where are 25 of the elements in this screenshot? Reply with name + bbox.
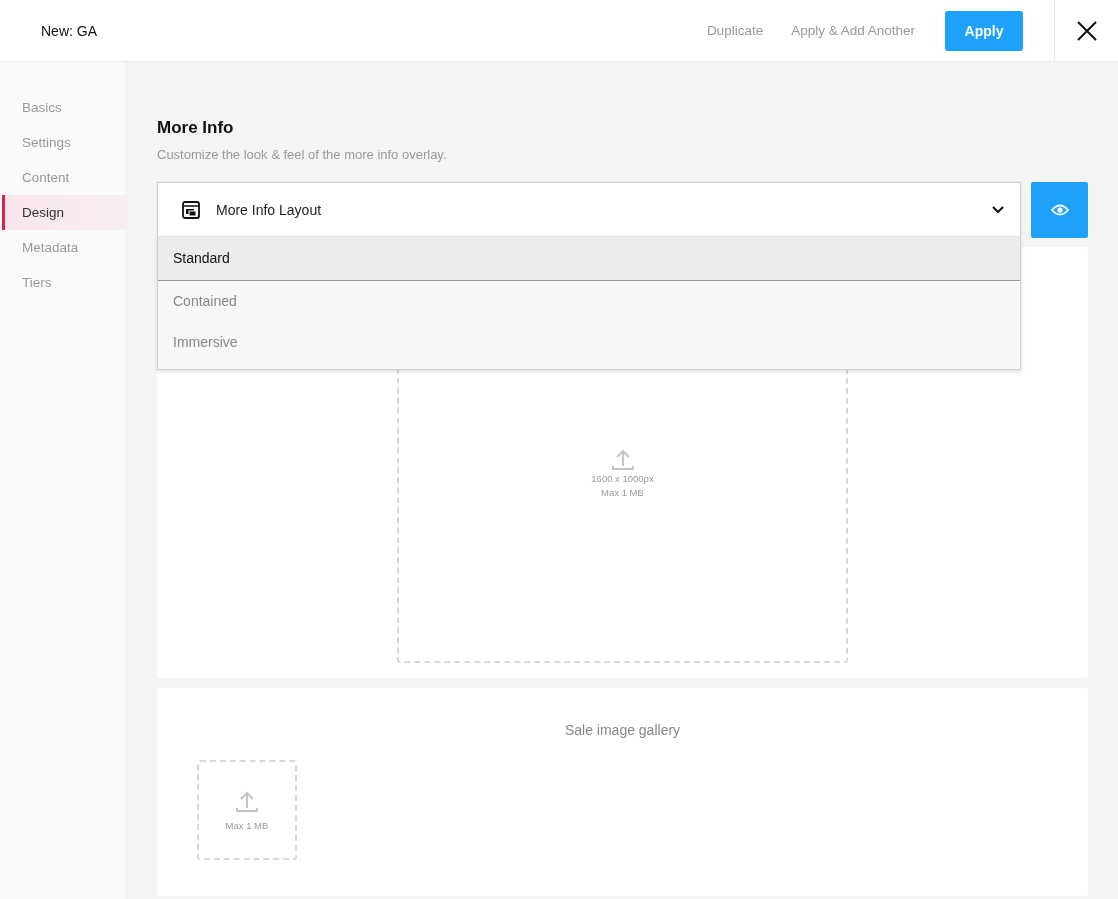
sidebar-item[interactable]: Settings xyxy=(2,125,126,160)
limit-hint: Max 1 MB xyxy=(225,819,269,831)
sidebar-item[interactable]: Design xyxy=(2,195,126,230)
size-hint: 1600 x 1000px xyxy=(591,473,654,484)
chevron-down-icon xyxy=(992,205,1004,214)
eye-icon xyxy=(1050,204,1069,216)
upload-icon xyxy=(611,448,634,470)
image-dropzone[interactable]: Max 1 MB xyxy=(197,760,297,860)
page-title: New: GA xyxy=(40,22,98,39)
gallery-title: Sale image gallery xyxy=(563,722,682,738)
layout-dropdown[interactable]: More Info Layout xyxy=(157,182,1021,237)
action-link[interactable]: Apply & Add Another xyxy=(781,15,925,46)
sidebar-item[interactable]: Content xyxy=(2,160,126,195)
dropdown-option[interactable]: Standard xyxy=(158,237,1020,281)
section-subtitle: Customize the look & feel of the more info overlay. xyxy=(157,147,448,162)
limit-hint: Max 1 MB xyxy=(601,487,644,498)
upload-icon xyxy=(236,789,258,812)
section-title: More Info xyxy=(157,118,235,138)
sidebar-item[interactable]: Metadata xyxy=(2,230,126,265)
sidebar-item[interactable]: Tiers xyxy=(2,265,126,300)
window-icon xyxy=(182,200,200,219)
close-icon[interactable] xyxy=(1075,19,1098,42)
action-link[interactable]: Duplicate xyxy=(696,15,774,46)
sidebar-item[interactable]: Basics xyxy=(2,90,126,125)
apply-button[interactable]: Apply xyxy=(945,10,1023,51)
